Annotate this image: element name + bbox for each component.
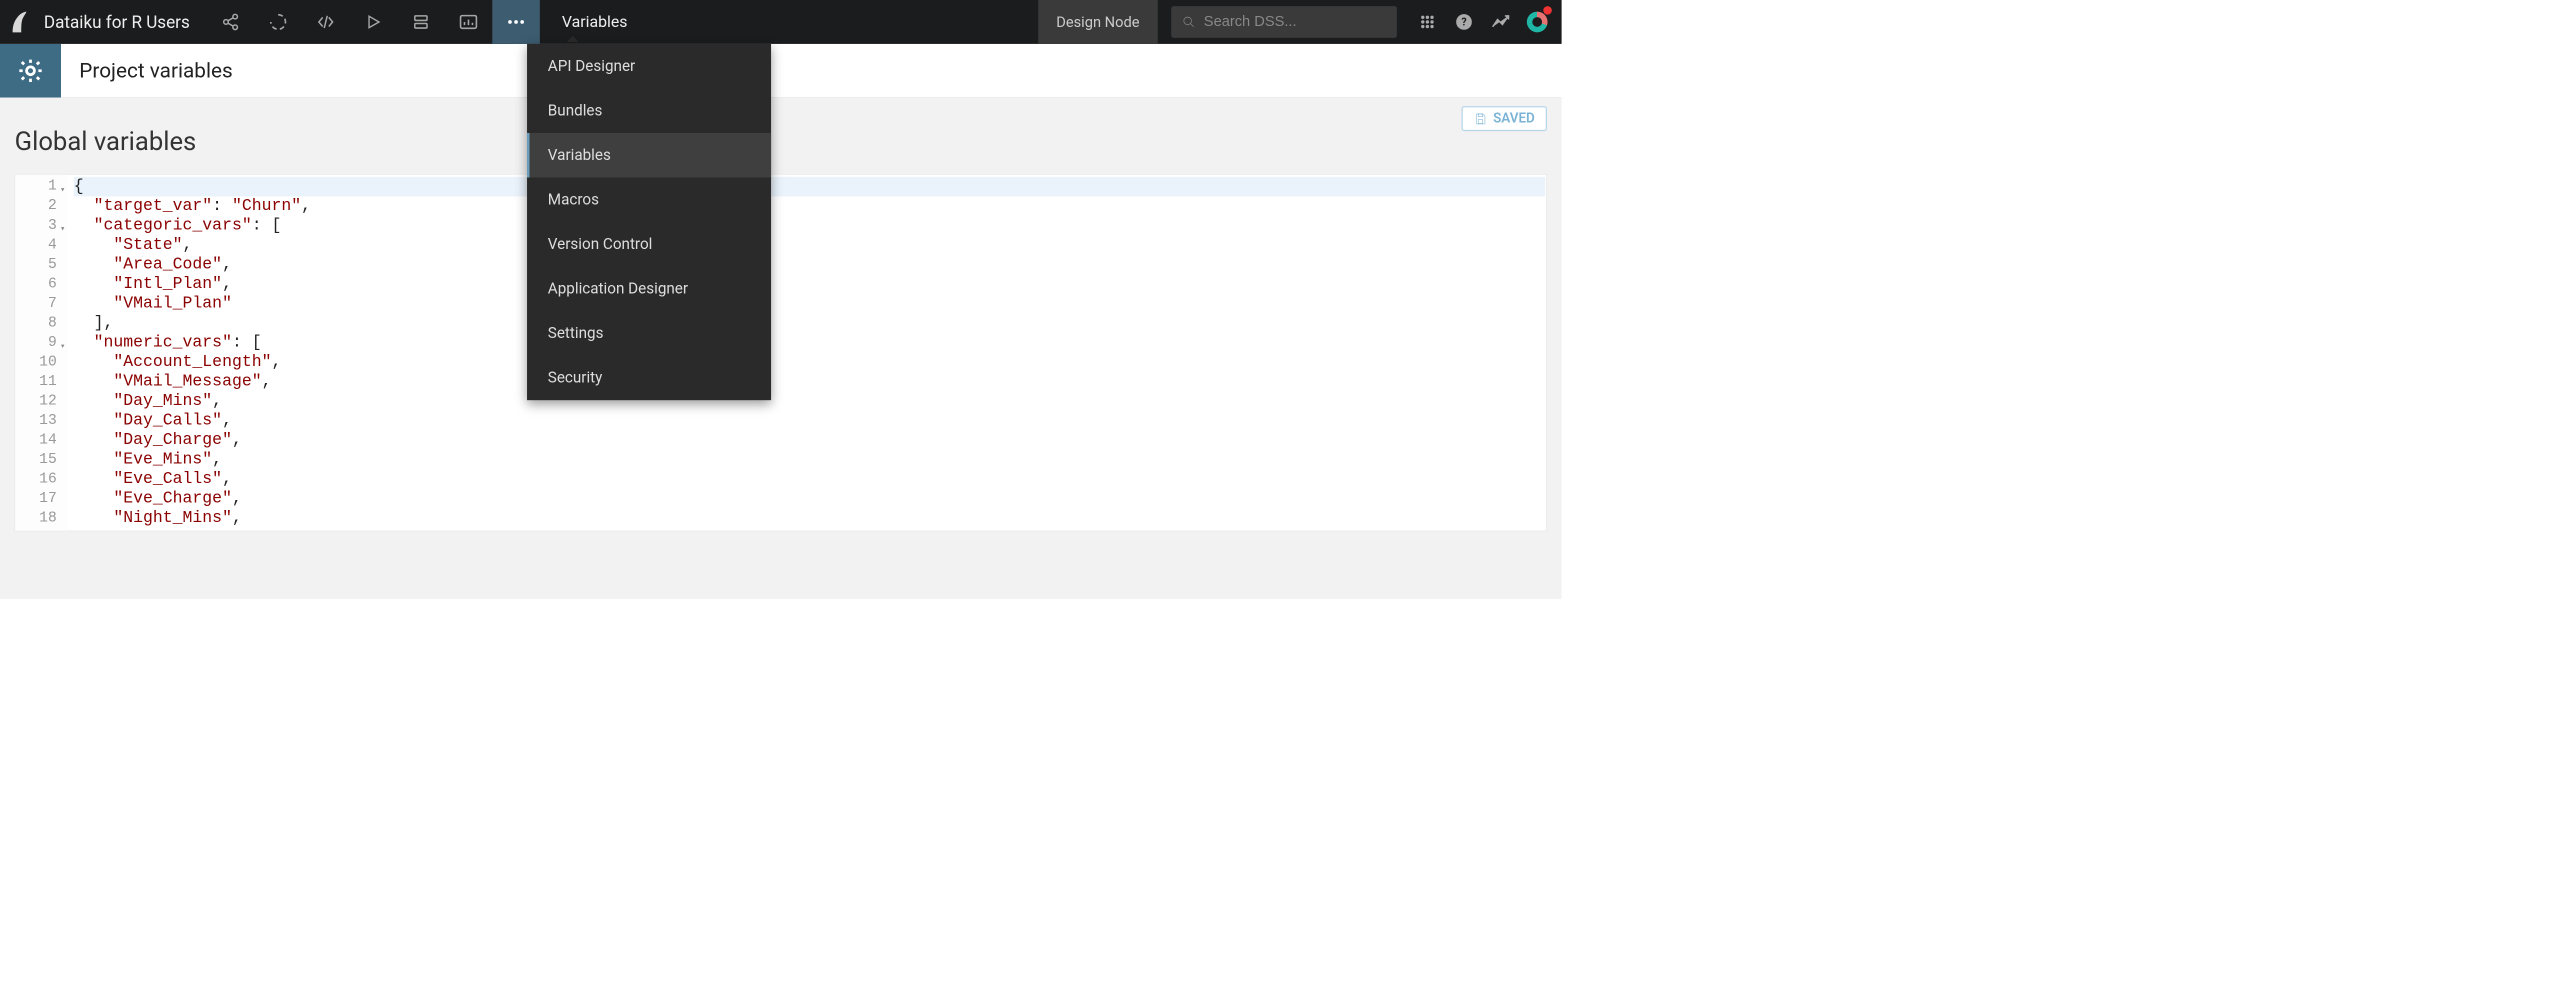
topbar-right: Design Node ? bbox=[1038, 0, 1562, 44]
code-line[interactable]: "Intl_Plan", bbox=[74, 275, 1547, 295]
breadcrumb-current[interactable]: Variables bbox=[540, 13, 650, 31]
code-line[interactable]: "Day_Calls", bbox=[74, 411, 1547, 431]
right-icons: ? bbox=[1397, 0, 1562, 44]
page-body: SAVED Global variables 12345678910111213… bbox=[0, 98, 1562, 599]
dashboard-icon[interactable] bbox=[445, 0, 493, 44]
gutter-line: 17 bbox=[15, 489, 63, 509]
settings-gear-box[interactable] bbox=[0, 44, 61, 98]
storage-icon[interactable] bbox=[397, 0, 445, 44]
gutter-line: 12 bbox=[15, 392, 63, 412]
more-menu-button[interactable] bbox=[492, 0, 540, 44]
share-icon[interactable] bbox=[207, 0, 255, 44]
code-line[interactable]: "Day_Mins", bbox=[74, 392, 1547, 412]
top-icon-group bbox=[207, 0, 540, 44]
code-line[interactable]: "target_var": "Churn", bbox=[74, 196, 1547, 216]
gutter-line: 15 bbox=[15, 450, 63, 470]
gutter-line: 13 bbox=[15, 411, 63, 431]
gutter-line: 10 bbox=[15, 353, 63, 373]
saved-label: SAVED bbox=[1493, 111, 1535, 126]
code-line[interactable]: "VMail_Message", bbox=[74, 372, 1547, 392]
gear-icon bbox=[17, 57, 44, 84]
notification-badge bbox=[1543, 6, 1552, 15]
gutter-line: 11 bbox=[15, 372, 63, 392]
code-line[interactable]: { bbox=[74, 177, 1545, 197]
editor-gutter: 123456789101112131415161718 bbox=[15, 174, 67, 530]
gutter-line: 9 bbox=[15, 333, 63, 353]
code-line[interactable]: "categoric_vars": [ bbox=[74, 216, 1547, 236]
apps-icon[interactable] bbox=[1409, 0, 1446, 44]
svg-text:?: ? bbox=[1461, 16, 1466, 29]
save-icon bbox=[1474, 112, 1487, 125]
gutter-line: 16 bbox=[15, 470, 63, 490]
code-line[interactable]: "State", bbox=[74, 235, 1547, 255]
code-line[interactable]: "Area_Code", bbox=[74, 255, 1547, 275]
dropdown-item-macros[interactable]: Macros bbox=[527, 178, 771, 223]
dropdown-item-api-designer[interactable]: API Designer bbox=[527, 44, 771, 89]
dropdown-item-security[interactable]: Security bbox=[527, 356, 771, 401]
dropdown-item-bundles[interactable]: Bundles bbox=[527, 88, 771, 133]
activity-icon[interactable] bbox=[1482, 0, 1519, 44]
gutter-line: 18 bbox=[15, 509, 63, 529]
top-navbar: Dataiku for R Users Variables Design Nod… bbox=[0, 0, 1562, 44]
run-icon[interactable] bbox=[350, 0, 398, 44]
code-line[interactable]: "Eve_Charge", bbox=[74, 489, 1547, 509]
gutter-line: 5 bbox=[15, 255, 63, 275]
code-line[interactable]: ], bbox=[74, 314, 1547, 334]
saved-indicator: SAVED bbox=[1461, 106, 1547, 131]
code-icon[interactable] bbox=[302, 0, 350, 44]
dropdown-item-application-designer[interactable]: Application Designer bbox=[527, 267, 771, 312]
gutter-line: 7 bbox=[15, 294, 63, 314]
code-line[interactable]: "Eve_Calls", bbox=[74, 470, 1547, 490]
gutter-line: 14 bbox=[15, 431, 63, 451]
dropdown-item-variables[interactable]: Variables bbox=[527, 133, 771, 178]
gutter-line: 3 bbox=[15, 216, 63, 236]
search-box[interactable] bbox=[1171, 6, 1397, 38]
design-node-label[interactable]: Design Node bbox=[1038, 0, 1158, 44]
subheader: Project variables bbox=[0, 44, 1562, 98]
code-line[interactable]: "Day_Charge", bbox=[74, 431, 1547, 451]
gutter-line: 8 bbox=[15, 314, 63, 334]
gutter-line: 1 bbox=[15, 177, 63, 197]
code-editor[interactable]: 123456789101112131415161718 { "target_va… bbox=[15, 174, 1547, 531]
code-line[interactable]: "VMail_Plan" bbox=[74, 294, 1547, 314]
section-heading: Global variables bbox=[15, 98, 1547, 174]
page-title: Project variables bbox=[61, 58, 233, 82]
search-icon bbox=[1182, 15, 1195, 30]
code-line[interactable]: "Account_Length", bbox=[74, 353, 1547, 373]
help-icon[interactable]: ? bbox=[1446, 0, 1483, 44]
lifecycle-icon[interactable] bbox=[254, 0, 302, 44]
more-menu-dropdown: API DesignerBundlesVariablesMacrosVersio… bbox=[527, 44, 771, 400]
code-line[interactable]: "Night_Mins", bbox=[74, 509, 1547, 529]
code-line[interactable]: "Eve_Mins", bbox=[74, 450, 1547, 470]
search-input[interactable] bbox=[1204, 13, 1386, 30]
editor-code-area[interactable]: { "target_var": "Churn", "categoric_vars… bbox=[68, 174, 1547, 530]
code-line[interactable]: "numeric_vars": [ bbox=[74, 333, 1547, 353]
project-name[interactable]: Dataiku for R Users bbox=[39, 12, 207, 32]
gutter-line: 2 bbox=[15, 196, 63, 216]
dropdown-item-version-control[interactable]: Version Control bbox=[527, 222, 771, 267]
gutter-line: 4 bbox=[15, 235, 63, 255]
dataiku-logo[interactable] bbox=[0, 0, 39, 44]
jobs-status-icon[interactable] bbox=[1519, 0, 1556, 44]
dropdown-item-settings[interactable]: Settings bbox=[527, 311, 771, 356]
gutter-line: 6 bbox=[15, 275, 63, 295]
